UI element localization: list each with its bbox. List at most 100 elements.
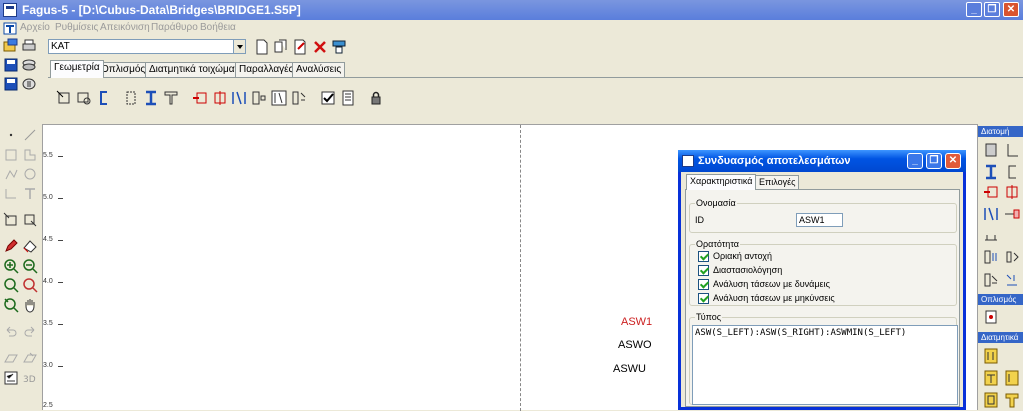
i-section-icon[interactable] [983, 164, 999, 180]
zoom-out-icon[interactable] [22, 258, 38, 274]
wall-section-icon[interactable] [983, 206, 999, 222]
save-all-icon[interactable] [3, 76, 19, 92]
restore-button[interactable]: ❐ [984, 2, 1000, 17]
checkbox-design[interactable] [698, 265, 709, 276]
add-section-icon[interactable] [983, 184, 999, 200]
tab-analyses[interactable]: Αναλύσεις [292, 62, 346, 77]
zoom-window-icon[interactable] [3, 277, 19, 293]
shear-vy-icon[interactable] [983, 348, 999, 364]
dialog-tab-properties[interactable]: Χαρακτηριστικά [686, 174, 757, 190]
torsion-icon[interactable] [983, 392, 999, 408]
minimize-button[interactable]: _ [966, 2, 982, 17]
polyline-tool-icon[interactable] [3, 166, 19, 182]
shear-wall-icon[interactable] [231, 90, 247, 106]
select-section-icon[interactable] [56, 90, 72, 106]
rectangle-tool-icon[interactable] [3, 147, 19, 163]
eraser-icon[interactable] [22, 238, 38, 254]
dialog-tab-options[interactable]: Επιλογές [755, 175, 800, 189]
wall-connect-icon[interactable] [271, 90, 287, 106]
checkbox-ultimate-resistance[interactable] [698, 251, 709, 262]
copy-document-icon[interactable] [273, 39, 289, 55]
link-section-icon[interactable] [1004, 272, 1020, 288]
split-element-icon[interactable] [212, 90, 228, 106]
lock-icon[interactable] [368, 90, 384, 106]
canvas-label-selected[interactable]: ASW1 [621, 316, 652, 328]
new-document-icon[interactable] [254, 39, 270, 55]
shear-vz2-icon[interactable] [1004, 370, 1020, 386]
plane-view-icon[interactable] [3, 350, 19, 366]
zoom-all-icon[interactable] [22, 277, 38, 293]
menu-window[interactable]: Παράθυρο [151, 22, 198, 33]
edit-document-icon[interactable] [292, 39, 308, 55]
section-select-icon[interactable] [3, 212, 19, 228]
chevron-down-icon[interactable] [233, 40, 245, 53]
pan-hand-icon[interactable] [22, 297, 38, 313]
3d-view-icon[interactable]: 3D [22, 370, 38, 386]
undo-icon[interactable] [3, 324, 19, 340]
canvas-label[interactable]: ASWU [613, 363, 646, 375]
checklist-icon[interactable] [3, 370, 19, 386]
polygon-tool-icon[interactable] [22, 147, 38, 163]
check-icon[interactable] [320, 90, 336, 106]
checkbox-stress-forces[interactable] [698, 279, 709, 290]
delete-icon[interactable] [312, 39, 328, 55]
save-icon[interactable] [3, 57, 19, 73]
zoom-fit-icon[interactable] [3, 297, 19, 313]
dialog-maximize-button[interactable]: ❐ [926, 153, 942, 169]
redo-icon[interactable] [22, 324, 38, 340]
dimension-section-icon[interactable] [123, 90, 139, 106]
zoom-in-icon[interactable] [3, 258, 19, 274]
channel-section-icon[interactable] [96, 90, 112, 106]
section-zoom-icon[interactable] [22, 212, 38, 228]
open-project-icon[interactable] [3, 38, 19, 54]
checkbox-stress-strains[interactable] [698, 293, 709, 304]
properties-icon[interactable] [331, 39, 347, 55]
box-section-icon[interactable] [1004, 184, 1020, 200]
connect-section-icon[interactable] [1004, 249, 1020, 265]
wall-node-icon[interactable] [291, 90, 307, 106]
angle-tool-icon[interactable] [3, 186, 19, 202]
layers-icon[interactable] [21, 57, 37, 73]
l-section-icon[interactable] [1004, 142, 1020, 158]
rotate-view-icon[interactable] [22, 350, 38, 366]
wall-group-icon[interactable] [251, 90, 267, 106]
menu-settings[interactable]: Ρυθμίσεις [55, 22, 98, 33]
dialog-title-bar[interactable]: Συνδυασμός αποτελεσμάτων _ ❐ ✕ [678, 150, 966, 172]
menu-file[interactable]: Αρχείο [20, 22, 50, 33]
id-field[interactable]: ASW1 [796, 213, 843, 227]
load-case-select[interactable]: KAT [48, 39, 246, 54]
tab-reinforcement[interactable]: Οπλισμός [97, 62, 150, 77]
close-button[interactable]: ✕ [1003, 2, 1019, 17]
circle-tool-icon[interactable] [22, 166, 38, 182]
insert-element-icon[interactable] [192, 90, 208, 106]
menu-help[interactable]: Βοήθεια [200, 22, 236, 33]
node-section-icon[interactable] [983, 249, 999, 265]
i-beam-icon[interactable] [143, 90, 159, 106]
app-menu-icon[interactable] [3, 22, 17, 35]
beam-section-icon[interactable] [1004, 206, 1020, 222]
menu-view[interactable]: Απεικόνιση [100, 22, 150, 33]
tab-shear-walls[interactable]: Διατμητικά τοιχώματα [145, 62, 249, 77]
rebar-icon[interactable] [983, 309, 999, 325]
t-shear-icon[interactable] [1004, 392, 1020, 408]
rect-section-icon[interactable] [983, 142, 999, 158]
text-tool-icon[interactable] [22, 186, 38, 202]
dialog-minimize-button[interactable]: _ [907, 153, 923, 169]
tab-variants[interactable]: Παραλλαγές [235, 62, 298, 77]
canvas-label[interactable]: ASWO [618, 339, 652, 351]
corner-section-icon[interactable] [983, 272, 999, 288]
pencil-icon[interactable] [3, 238, 19, 254]
c-section-icon[interactable] [1004, 164, 1020, 180]
report-icon[interactable] [340, 90, 356, 106]
support-icon[interactable] [983, 228, 999, 244]
print-icon[interactable] [21, 38, 37, 54]
line-tool-icon[interactable] [22, 127, 38, 143]
export-icon[interactable] [21, 76, 37, 92]
select-zoom-icon[interactable] [76, 90, 92, 106]
shear-vz-icon[interactable] [983, 370, 999, 386]
t-beam-icon[interactable] [163, 90, 179, 106]
dialog-close-button[interactable]: ✕ [945, 153, 961, 169]
tab-geometry[interactable]: Γεωμετρία [50, 60, 104, 78]
type-expression-field[interactable]: ASW(S_LEFT):ASW(S_RIGHT):ASWMIN(S_LEFT) [692, 325, 958, 405]
point-tool-icon[interactable] [3, 127, 19, 143]
